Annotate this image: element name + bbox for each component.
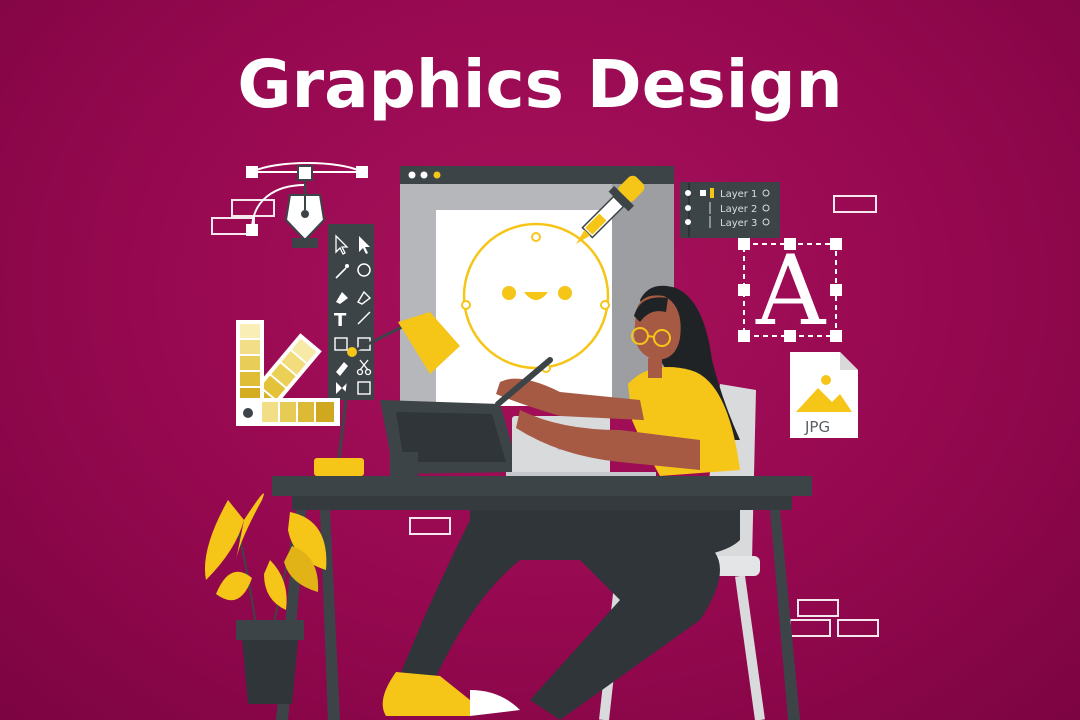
tool-palette: T	[328, 224, 374, 400]
image-file-icon: JPG	[790, 352, 858, 438]
type-glyph: A	[755, 235, 827, 347]
potted-plant	[204, 493, 327, 704]
type-preview: A	[738, 235, 842, 347]
layer-label: Layer 1	[720, 189, 757, 200]
illustration-scene: Layer 1 Layer 2 Layer 3 A JPG T	[204, 162, 879, 720]
eye-icon	[685, 190, 691, 196]
drawing-tablet	[380, 400, 520, 476]
eye-icon	[685, 205, 691, 211]
layers-panel: Layer 1 Layer 2 Layer 3	[680, 182, 780, 238]
color-swatch-fan	[236, 320, 340, 426]
layer-label: Layer 2	[720, 204, 757, 215]
eye-icon	[685, 219, 691, 225]
layer-label: Layer 3	[720, 218, 757, 229]
left-shoe	[382, 672, 470, 716]
lock-icon	[700, 190, 706, 196]
file-type-label: JPG	[804, 418, 830, 436]
type-tool-icon[interactable]: T	[334, 310, 347, 331]
